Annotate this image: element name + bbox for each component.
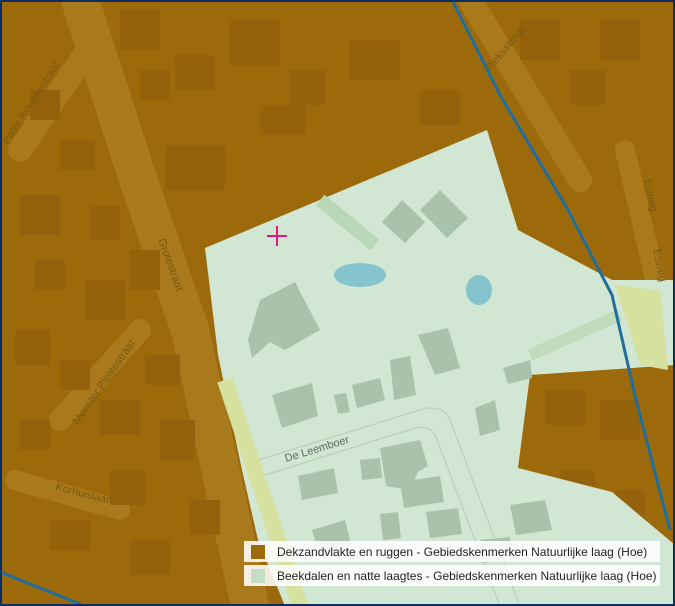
legend-swatch-beekdal	[251, 568, 265, 583]
legend-label-dekzand: Dekzandvlakte en ruggen - Gebiedskenmerk…	[277, 544, 648, 559]
legend-item-dekzand: Dekzandvlakte en ruggen - Gebiedskenmerk…	[244, 541, 660, 562]
pond-east	[466, 275, 492, 305]
legend: Dekzandvlakte en ruggen - Gebiedskenmerk…	[244, 541, 660, 586]
legend-swatch-dekzand	[251, 544, 265, 559]
map-view[interactable]: Pater Rouppestraat Grotestraat Meester P…	[0, 0, 675, 606]
map-canvas[interactable]: Pater Rouppestraat Grotestraat Meester P…	[0, 0, 675, 606]
pond-west	[334, 263, 386, 287]
legend-item-beekdal: Beekdalen en natte laagtes - Gebiedskenm…	[244, 565, 660, 586]
legend-label-beekdal: Beekdalen en natte laagtes - Gebiedskenm…	[277, 568, 657, 583]
